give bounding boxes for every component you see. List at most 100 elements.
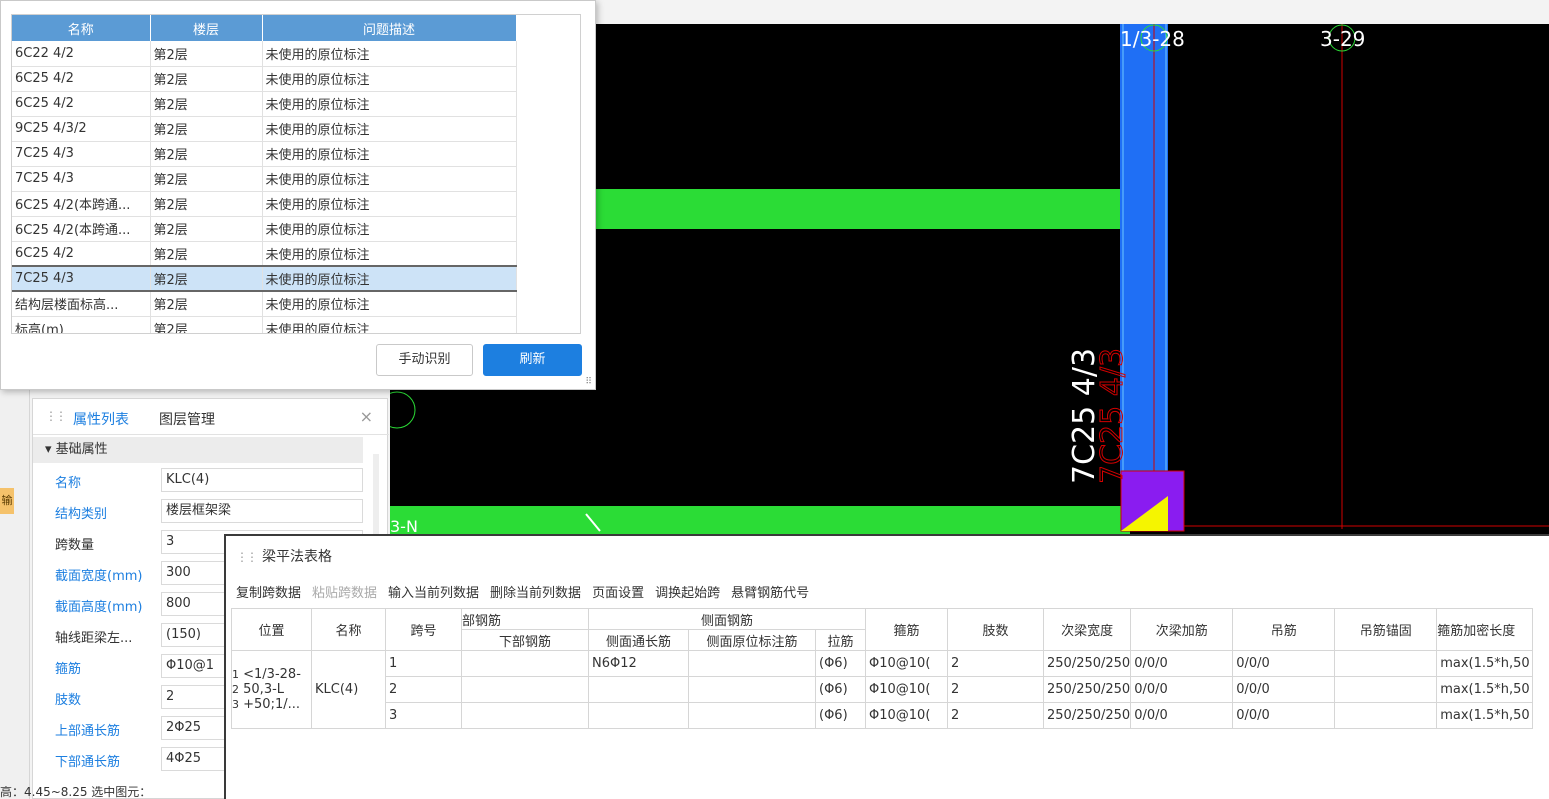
issue-row[interactable]: 6C22 4/2 第2层 未使用的原位标注 <box>12 41 517 67</box>
issue-row[interactable]: 9C25 4/3/2 第2层 未使用的原位标注 <box>12 116 517 142</box>
property-row[interactable]: 名称 KLC(4) <box>33 465 363 495</box>
close-icon[interactable]: × <box>360 407 373 426</box>
cell-legs[interactable]: 2 <box>947 676 1044 703</box>
issue-row[interactable]: 6C25 4/2(本跨通... 第2层 未使用的原位标注 <box>12 191 517 217</box>
beam-row[interactable]: 2 (Φ6) Φ10@10(2 250/250/250 0/0/0 0/0/0 max(1.… <box>232 676 1534 703</box>
cell-name[interactable]: KLC(4) <box>311 650 386 729</box>
paste-span-data-button[interactable]: 粘贴跨数据 <box>312 586 377 601</box>
cell-dense-length[interactable]: max(1.5*h,50 <box>1436 650 1534 677</box>
header-legs[interactable]: 肢数 <box>947 608 1044 651</box>
header-secondary-width[interactable]: 次梁宽度 <box>1042 608 1132 651</box>
resize-grip-icon[interactable]: ⠿ <box>585 377 592 387</box>
cell-hanger-anchor[interactable] <box>1334 702 1438 729</box>
property-value-field[interactable]: KLC(4) <box>161 468 363 492</box>
issue-row[interactable]: 7C25 4/3 第2层 未使用的原位标注 <box>12 265 517 292</box>
header-tie[interactable]: 拉筋 <box>815 629 866 651</box>
header-hanger-anchor[interactable]: 吊筋锚固 <box>1334 608 1438 651</box>
cell-side-long[interactable]: N6Φ12 <box>588 650 689 677</box>
issue-cell-floor: 第2层 <box>150 66 263 92</box>
drag-handle-icon[interactable]: ⋮⋮ <box>45 409 67 423</box>
issue-list-dialog[interactable]: 名称 楼层 问题描述 6C22 4/2 第2层 未使用的原位标注 6C25 4/2 第2… <box>0 0 596 390</box>
beam-green-lower[interactable] <box>390 506 1130 536</box>
cell-secondary-width[interactable]: 250/250/250 <box>1042 676 1132 703</box>
cell-stirrup[interactable]: Φ10@10( <box>865 702 948 729</box>
cell-tie[interactable]: (Φ6) <box>815 676 866 703</box>
cell-hanger-anchor[interactable] <box>1334 676 1438 703</box>
header-stirrup[interactable]: 箍筋 <box>865 608 948 651</box>
header-position[interactable]: 位置 <box>231 608 312 651</box>
cell-side-original[interactable] <box>688 650 816 677</box>
header-secondary-additional[interactable]: 次梁加筋 <box>1130 608 1234 651</box>
cell-side-original[interactable] <box>688 702 816 729</box>
cell-side-original[interactable] <box>688 676 816 703</box>
cell-bottom-rebar[interactable] <box>461 650 589 677</box>
issue-row[interactable]: 7C25 4/3 第2层 未使用的原位标注 <box>12 166 517 192</box>
beam-row[interactable]: 1 <1/3-28- 2 50,3-L 3 +50;1/... KLC(4) 1 N6Φ1… <box>231 650 1534 729</box>
left-sidebar-strip <box>0 390 30 799</box>
drag-handle-icon[interactable]: ⋮⋮ <box>236 550 258 564</box>
cell-hanger-anchor[interactable] <box>1334 650 1438 677</box>
swap-start-span-button[interactable]: 调换起始跨 <box>655 586 720 601</box>
cell-span[interactable]: 2 <box>385 676 462 703</box>
issue-cell-description: 未使用的原位标注 <box>262 91 517 117</box>
delete-column-data-button[interactable]: 删除当前列数据 <box>490 586 581 601</box>
issue-cell-name: 7C25 4/3 <box>12 265 151 292</box>
cell-stirrup[interactable]: Φ10@10( <box>865 650 948 677</box>
cell-dense-length[interactable]: max(1.5*h,50 <box>1436 676 1534 703</box>
cantilever-rebar-code-button[interactable]: 悬臂钢筋代号 <box>731 586 809 601</box>
issue-row[interactable]: 6C25 4/2 第2层 未使用的原位标注 <box>12 241 517 267</box>
issue-row[interactable]: 7C25 4/3 第2层 未使用的原位标注 <box>12 141 517 167</box>
left-side-tab[interactable]: 输 <box>0 488 14 514</box>
cell-bottom-rebar[interactable] <box>461 676 589 703</box>
cell-legs[interactable]: 2 <box>947 702 1044 729</box>
header-dense-length[interactable]: 箍筋加密长度 <box>1436 608 1534 651</box>
issue-row[interactable]: 结构层楼面标高... 第2层 未使用的原位标注 <box>12 291 517 317</box>
cell-bottom-rebar[interactable] <box>461 702 589 729</box>
input-column-data-button[interactable]: 输入当前列数据 <box>388 586 479 601</box>
column-header-description[interactable]: 问题描述 <box>262 15 517 41</box>
tab-property-list[interactable]: 属性列表 <box>73 409 129 429</box>
issue-row[interactable]: 标高(m) 第2层 未使用的原位标注 <box>12 316 517 333</box>
cell-position[interactable]: 1 <1/3-28- 2 50,3-L 3 +50;1/... <box>231 650 312 729</box>
header-side-original[interactable]: 侧面原位标注筋 <box>688 629 816 651</box>
cell-span[interactable]: 3 <box>385 702 462 729</box>
cell-hanger[interactable]: 0/0/0 <box>1232 676 1336 703</box>
cell-hanger[interactable]: 0/0/0 <box>1232 650 1336 677</box>
beam-row[interactable]: 3 (Φ6) Φ10@10(2 250/250/250 0/0/0 0/0/0 max(1.… <box>232 702 1534 729</box>
cell-secondary-width[interactable]: 250/250/250 <box>1042 650 1132 677</box>
cell-hanger[interactable]: 0/0/0 <box>1232 702 1336 729</box>
issue-table-container[interactable]: 名称 楼层 问题描述 6C22 4/2 第2层 未使用的原位标注 6C25 4/2 第2… <box>11 14 581 334</box>
issue-row[interactable]: 6C25 4/2 第2层 未使用的原位标注 <box>12 91 517 117</box>
tab-layer-management[interactable]: 图层管理 <box>159 409 215 429</box>
header-bottom-rebar[interactable]: 下部钢筋 <box>461 629 589 651</box>
page-setup-button[interactable]: 页面设置 <box>592 586 644 601</box>
header-side-long[interactable]: 侧面通长筋 <box>588 629 689 651</box>
column-header-floor[interactable]: 楼层 <box>150 15 263 41</box>
property-label: 轴线距梁左... <box>55 631 133 646</box>
cell-side-long[interactable] <box>588 702 689 729</box>
axis-label-3-29: 3-29 <box>1320 27 1365 51</box>
cell-span[interactable]: 1 <box>385 650 462 677</box>
column-header-name[interactable]: 名称 <box>12 15 151 41</box>
cell-side-long[interactable] <box>588 676 689 703</box>
property-value-field[interactable]: 楼层框架梁 <box>161 499 363 523</box>
property-group-basic[interactable]: ▾ 基础属性 <box>33 437 363 463</box>
cell-tie[interactable]: (Φ6) <box>815 702 866 729</box>
header-name[interactable]: 名称 <box>311 608 386 651</box>
cell-secondary-width[interactable]: 250/250/250 <box>1042 702 1132 729</box>
copy-span-data-button[interactable]: 复制跨数据 <box>236 586 301 601</box>
issue-row[interactable]: 6C25 4/2(本跨通... 第2层 未使用的原位标注 <box>12 216 517 242</box>
refresh-button[interactable]: 刷新 <box>483 344 582 376</box>
cell-secondary-additional[interactable]: 0/0/0 <box>1130 650 1234 677</box>
cell-legs[interactable]: 2 <box>947 650 1044 677</box>
cell-secondary-additional[interactable]: 0/0/0 <box>1130 702 1234 729</box>
manual-recognize-button[interactable]: 手动识别 <box>376 344 473 376</box>
issue-row[interactable]: 6C25 4/2 第2层 未使用的原位标注 <box>12 66 517 92</box>
cell-dense-length[interactable]: max(1.5*h,50 <box>1436 702 1534 729</box>
header-hanger[interactable]: 吊筋 <box>1232 608 1336 651</box>
cell-stirrup[interactable]: Φ10@10( <box>865 676 948 703</box>
cell-tie[interactable]: (Φ6) <box>815 650 866 677</box>
header-span[interactable]: 跨号 <box>385 608 462 651</box>
cell-secondary-additional[interactable]: 0/0/0 <box>1130 676 1234 703</box>
property-row[interactable]: 结构类别 楼层框架梁 <box>33 496 363 526</box>
